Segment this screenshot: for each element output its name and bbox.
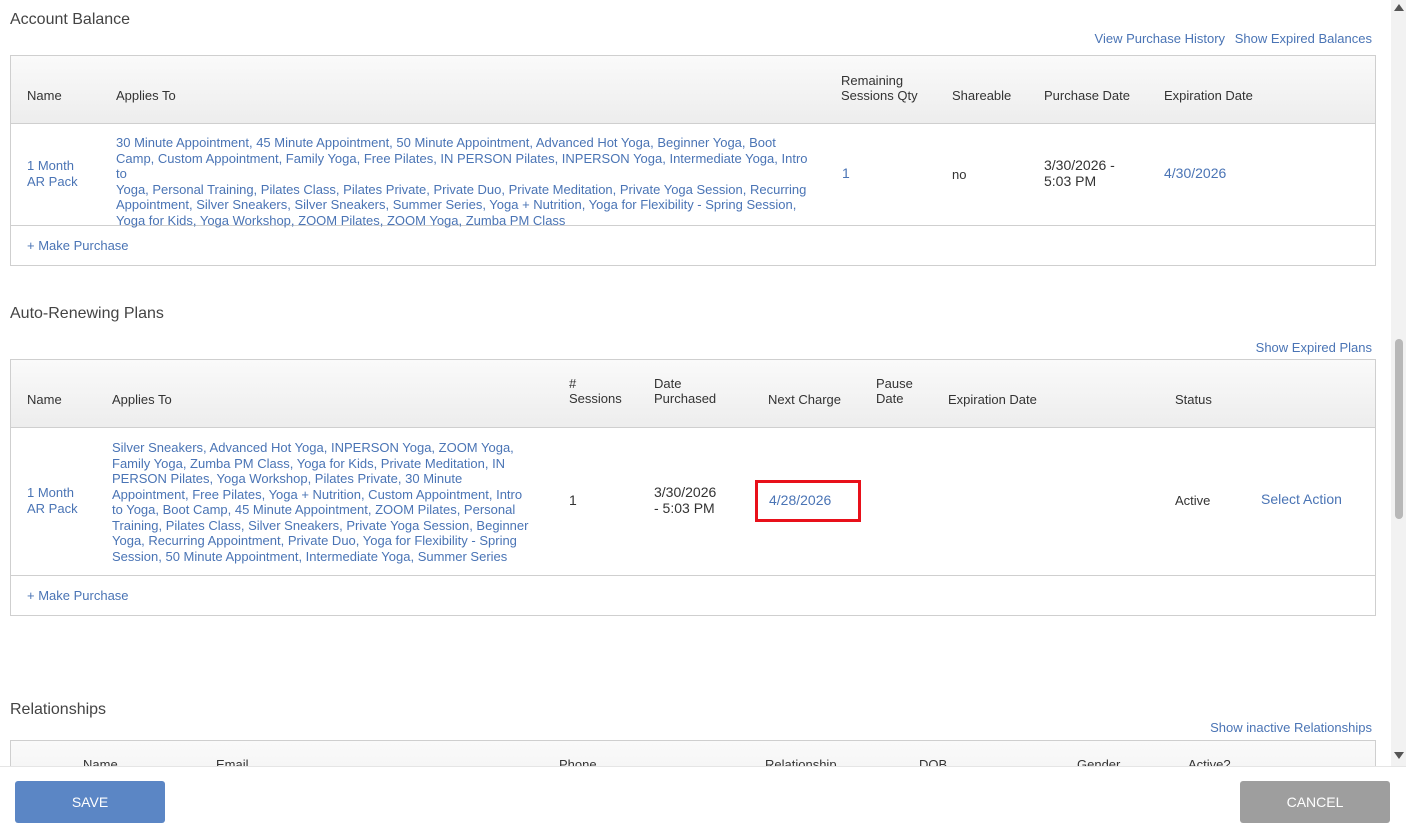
- header-name: Name: [27, 88, 62, 103]
- header-expiration-date: Expiration Date: [1164, 88, 1253, 103]
- table-row: 1 Month AR Pack Silver Sneakers, Advance…: [11, 428, 1375, 576]
- account-balance-table: Name Applies To Remaining Sessions Qty S…: [10, 55, 1376, 266]
- header-relationship: Relationship: [765, 757, 837, 766]
- header-sessions: # Sessions: [569, 376, 622, 406]
- header-dob: DOB: [919, 757, 948, 766]
- header-next-charge: Next Charge: [768, 392, 841, 407]
- relationships-links: Show inactive Relationships: [1210, 720, 1372, 735]
- show-expired-balances-link[interactable]: Show Expired Balances: [1235, 31, 1372, 46]
- row-date-purchased: 3/30/2026 - 5:03 PM: [654, 484, 717, 516]
- auto-renewing-title: Auto-Renewing Plans: [10, 305, 164, 322]
- row-expiration-date[interactable]: 4/30/2026: [1164, 165, 1226, 182]
- select-action-link[interactable]: Select Action: [1261, 491, 1342, 508]
- show-inactive-relationships-link[interactable]: Show inactive Relationships: [1210, 720, 1372, 735]
- scrollbar-thumb[interactable]: [1395, 339, 1403, 519]
- header-date-purchased: Date Purchased: [654, 376, 717, 406]
- account-balance-links: View Purchase History Show Expired Balan…: [1095, 31, 1372, 46]
- scroll-down-arrow-icon[interactable]: [1394, 752, 1404, 759]
- account-balance-title: Account Balance: [10, 11, 131, 28]
- account-balance-header-row: Name Applies To Remaining Sessions Qty S…: [11, 56, 1375, 124]
- show-expired-plans-link[interactable]: Show Expired Plans: [1256, 340, 1372, 355]
- auto-renewing-links: Show Expired Plans: [1256, 340, 1372, 355]
- make-purchase-link[interactable]: + Make Purchase: [27, 588, 129, 603]
- row-sessions: 1: [569, 492, 577, 508]
- row-applies-to[interactable]: Silver Sneakers, Advanced Hot Yoga, INPE…: [112, 440, 552, 564]
- row-status: Active: [1175, 493, 1211, 508]
- header-name: Name: [27, 392, 62, 407]
- make-purchase-row: + Make Purchase: [11, 226, 1375, 265]
- header-shareable: Shareable: [952, 88, 1012, 103]
- relationships-table: Name Email Phone Relationship DOB Gender…: [10, 740, 1376, 766]
- row-next-charge-link[interactable]: 4/28/2026: [769, 492, 831, 509]
- make-purchase-link[interactable]: + Make Purchase: [27, 238, 129, 253]
- scroll-up-arrow-icon[interactable]: [1394, 4, 1404, 11]
- header-status: Status: [1175, 392, 1212, 407]
- row-shareable: no: [952, 167, 967, 182]
- view-purchase-history-link[interactable]: View Purchase History: [1095, 31, 1226, 46]
- header-applies-to: Applies To: [112, 392, 172, 407]
- save-button[interactable]: SAVE: [15, 781, 165, 823]
- table-row: 1 Month AR Pack 30 Minute Appointment, 4…: [11, 124, 1375, 228]
- auto-renewing-header-row: Name Applies To # Sessions Date Purchase…: [11, 360, 1375, 428]
- footer-bar: SAVE CANCEL: [0, 766, 1406, 835]
- header-phone: Phone: [559, 757, 597, 766]
- auto-renewing-table: Name Applies To # Sessions Date Purchase…: [10, 359, 1376, 616]
- make-purchase-row: + Make Purchase: [11, 576, 1375, 615]
- relationships-header-row: Name Email Phone Relationship DOB Gender…: [11, 741, 1375, 766]
- row-applies-to[interactable]: 30 Minute Appointment, 45 Minute Appoint…: [116, 135, 816, 228]
- header-pause-date: Pause Date: [876, 376, 913, 406]
- header-remaining-sessions: Remaining Sessions Qty: [841, 73, 918, 103]
- header-active: Active?: [1188, 757, 1231, 766]
- header-applies-to: Applies To: [116, 88, 176, 103]
- header-expiration-date: Expiration Date: [948, 392, 1037, 407]
- vertical-scrollbar[interactable]: [1391, 0, 1406, 766]
- header-name: Name: [83, 757, 118, 766]
- relationships-title: Relationships: [10, 701, 107, 718]
- row-name-link[interactable]: 1 Month AR Pack: [27, 485, 78, 516]
- row-name-link[interactable]: 1 Month AR Pack: [27, 158, 78, 189]
- cancel-button[interactable]: CANCEL: [1240, 781, 1390, 823]
- row-remaining-qty[interactable]: 1: [842, 165, 850, 182]
- header-gender: Gender: [1077, 757, 1121, 766]
- header-purchase-date: Purchase Date: [1044, 88, 1130, 103]
- page-viewport: Account Balance View Purchase History Sh…: [0, 0, 1391, 766]
- row-purchase-date: 3/30/2026 - 5:03 PM: [1044, 157, 1115, 189]
- header-email: Email: [216, 757, 249, 766]
